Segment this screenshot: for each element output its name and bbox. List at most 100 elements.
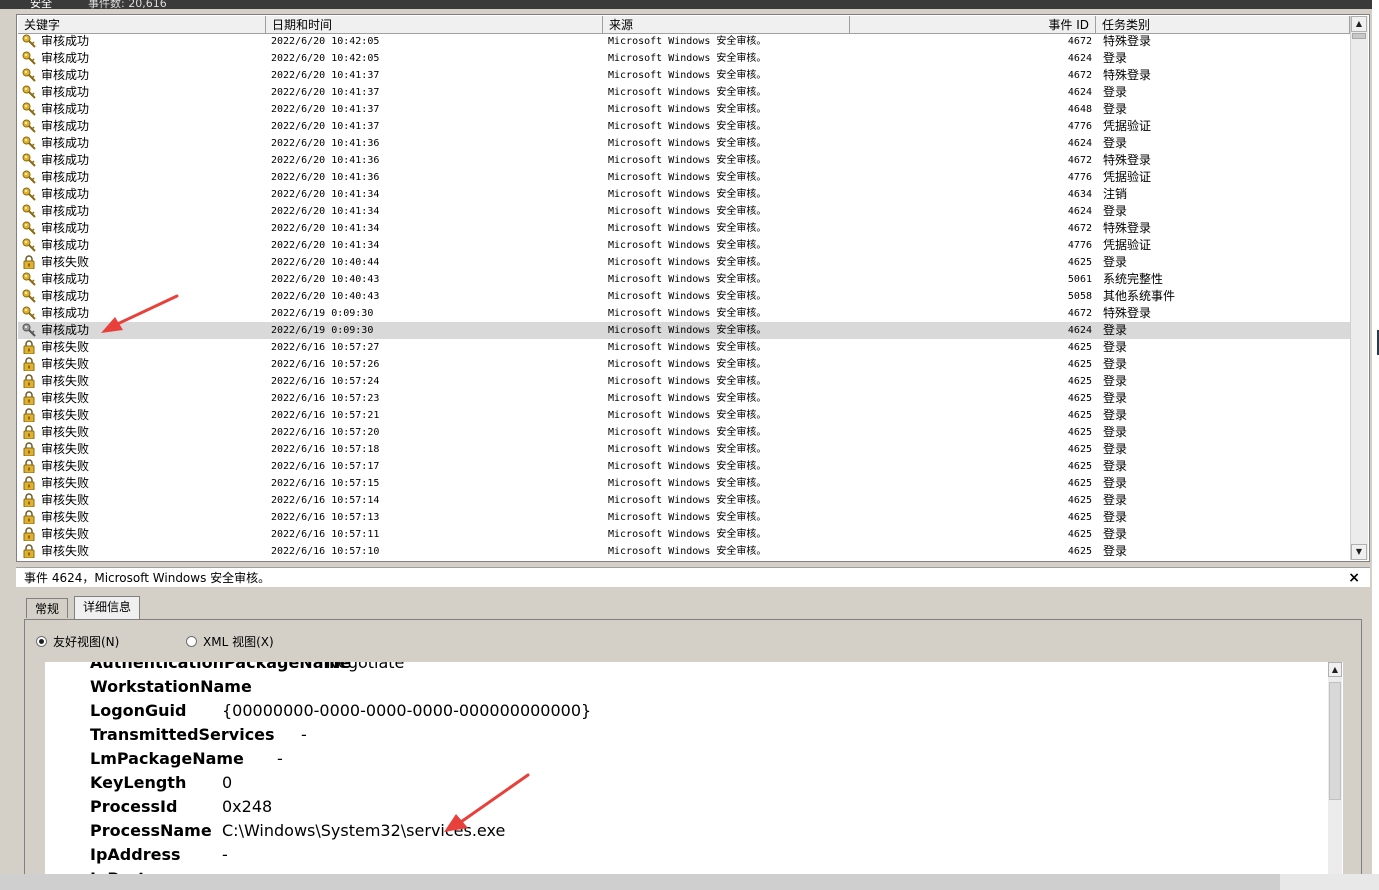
table-row[interactable]: 审核失败 2022/6/16 10:57:15 Microsoft Windows …: [18, 475, 1350, 492]
table-row[interactable]: 审核失败 2022/6/16 10:57:24 Microsoft Windows …: [18, 373, 1350, 390]
property-name: TransmittedServices: [90, 725, 275, 744]
table-row[interactable]: 审核成功 2022/6/19 0:09:30 Microsoft Windows 安…: [18, 322, 1350, 339]
table-row[interactable]: 审核成功 2022/6/20 10:41:37 Microsoft Windows …: [18, 101, 1350, 118]
table-row[interactable]: 审核成功 2022/6/20 10:41:36 Microsoft Windows …: [18, 169, 1350, 186]
column-header-source[interactable]: 来源: [603, 16, 850, 33]
table-row[interactable]: 审核失败 2022/6/16 10:57:17 Microsoft Windows …: [18, 458, 1350, 475]
details-title: 事件 4624，Microsoft Windows 安全审核。: [24, 571, 271, 585]
table-row[interactable]: 审核失败 2022/6/16 10:57:26 Microsoft Windows …: [18, 356, 1350, 373]
scroll-up-icon[interactable]: ▲: [1351, 16, 1367, 32]
event-id-cell: 4625: [1067, 529, 1092, 540]
key-icon: [22, 289, 36, 303]
event-id-cell: 4624: [1067, 325, 1092, 336]
event-id-cell: 4625: [1067, 359, 1092, 370]
datetime-cell: 2022/6/20 10:41:37: [271, 87, 380, 98]
table-row[interactable]: 审核失败 2022/6/16 10:57:13 Microsoft Windows …: [18, 509, 1350, 526]
datetime-cell: 2022/6/16 10:57:21: [271, 410, 380, 421]
event-id-cell: 4625: [1067, 410, 1092, 421]
datetime-cell: 2022/6/20 10:40:44: [271, 257, 380, 268]
table-row[interactable]: 审核成功 2022/6/19 0:09:30 Microsoft Windows 安…: [18, 305, 1350, 322]
keyword-cell: 审核失败: [41, 527, 90, 541]
task-category-cell: 系统完整性: [1103, 272, 1164, 286]
table-row[interactable]: 审核成功 2022/6/20 10:41:34 Microsoft Windows …: [18, 186, 1350, 203]
keyword-cell: 审核成功: [41, 289, 90, 303]
datetime-cell: 2022/6/16 10:57:11: [271, 529, 380, 540]
table-row[interactable]: 审核失败 2022/6/16 10:57:11 Microsoft Windows …: [18, 526, 1350, 543]
source-cell: Microsoft Windows 安全审核。: [608, 359, 767, 370]
keyword-cell: 审核成功: [41, 272, 90, 286]
table-row[interactable]: 审核成功 2022/6/20 10:42:05 Microsoft Windows …: [18, 50, 1350, 67]
scroll-up-icon[interactable]: ▲: [1328, 662, 1342, 677]
tab-general[interactable]: 常规: [26, 598, 69, 618]
task-category-cell: 特殊登录: [1103, 68, 1152, 82]
datetime-cell: 2022/6/16 10:57:20: [271, 427, 380, 438]
task-category-cell: 登录: [1103, 510, 1128, 524]
table-row[interactable]: 审核失败 2022/6/16 10:57:14 Microsoft Windows …: [18, 492, 1350, 509]
task-category-cell: 登录: [1103, 51, 1128, 65]
key-icon: [22, 119, 36, 133]
task-category-cell: 特殊登录: [1103, 221, 1152, 235]
keyword-cell: 审核失败: [41, 442, 90, 456]
table-row[interactable]: 审核成功 2022/6/20 10:42:05 Microsoft Windows …: [18, 33, 1350, 50]
task-category-cell: 登录: [1103, 476, 1128, 490]
keyword-cell: 审核成功: [41, 170, 90, 184]
task-category-cell: 登录: [1103, 493, 1128, 507]
list-scrollbar[interactable]: ▲ ▼: [1350, 16, 1368, 560]
table-row[interactable]: 审核失败 2022/6/16 10:57:21 Microsoft Windows …: [18, 407, 1350, 424]
table-row[interactable]: 审核成功 2022/6/20 10:41:37 Microsoft Windows …: [18, 84, 1350, 101]
key-icon: [22, 68, 36, 82]
event-id-cell: 4776: [1067, 121, 1092, 132]
datetime-cell: 2022/6/16 10:57:15: [271, 478, 380, 489]
table-row[interactable]: 审核成功 2022/6/20 10:41:37 Microsoft Windows …: [18, 118, 1350, 135]
table-row[interactable]: 审核成功 2022/6/20 10:41:34 Microsoft Windows …: [18, 220, 1350, 237]
lock-icon: [22, 442, 36, 457]
keyword-cell: 审核成功: [41, 221, 90, 235]
lock-icon: [22, 493, 36, 508]
column-header-task-category[interactable]: 任务类别: [1096, 16, 1350, 33]
scroll-thumb[interactable]: [1329, 682, 1341, 800]
tab-details[interactable]: 详细信息: [74, 596, 141, 619]
pane-title: 安全: [30, 0, 52, 9]
table-row[interactable]: 审核失败 2022/6/16 10:57:27 Microsoft Windows …: [18, 339, 1350, 356]
table-row[interactable]: 审核失败 2022/6/16 10:57:10 Microsoft Windows …: [18, 543, 1350, 560]
pane-title-bar: 安全 事件数: 20,616: [0, 0, 1372, 9]
event-id-cell: 4624: [1067, 53, 1092, 64]
event-id-cell: 4672: [1067, 70, 1092, 81]
property-name: LmPackageName: [90, 749, 244, 768]
column-header-keyword[interactable]: 关键字: [18, 16, 266, 33]
column-header-event-id[interactable]: 事件 ID: [850, 16, 1096, 33]
source-cell: Microsoft Windows 安全审核。: [608, 308, 767, 319]
datetime-cell: 2022/6/20 10:41:34: [271, 223, 380, 234]
source-cell: Microsoft Windows 安全审核。: [608, 121, 767, 132]
table-row[interactable]: 审核成功 2022/6/20 10:40:43 Microsoft Windows …: [18, 288, 1350, 305]
key-icon: [22, 204, 36, 218]
details-scrollbar[interactable]: ▲: [1328, 662, 1342, 890]
table-row[interactable]: 审核失败 2022/6/20 10:40:44 Microsoft Windows …: [18, 254, 1350, 271]
scroll-down-icon[interactable]: ▼: [1351, 544, 1367, 560]
table-row[interactable]: 审核失败 2022/6/16 10:57:18 Microsoft Windows …: [18, 441, 1350, 458]
key-icon: [22, 323, 36, 337]
table-row[interactable]: 审核失败 2022/6/16 10:57:23 Microsoft Windows …: [18, 390, 1350, 407]
table-row[interactable]: 审核成功 2022/6/20 10:41:36 Microsoft Windows …: [18, 135, 1350, 152]
event-id-cell: 4625: [1067, 257, 1092, 268]
table-row[interactable]: 审核成功 2022/6/20 10:41:36 Microsoft Windows …: [18, 152, 1350, 169]
table-row[interactable]: 审核失败 2022/6/16 10:57:20 Microsoft Windows …: [18, 424, 1350, 441]
table-row[interactable]: 审核成功 2022/6/20 10:41:34 Microsoft Windows …: [18, 203, 1350, 220]
source-cell: Microsoft Windows 安全审核。: [608, 529, 767, 540]
keyword-cell: 审核成功: [41, 119, 90, 133]
key-icon: [22, 136, 36, 150]
column-header-datetime[interactable]: 日期和时间: [266, 16, 603, 33]
table-row[interactable]: 审核成功 2022/6/20 10:41:34 Microsoft Windows …: [18, 237, 1350, 254]
event-properties[interactable]: AuthenticationPackageName Negotiate Workst…: [45, 662, 1343, 890]
task-category-cell: 登录: [1103, 391, 1128, 405]
source-cell: Microsoft Windows 安全审核。: [608, 206, 767, 217]
scroll-thumb[interactable]: [1352, 33, 1366, 39]
lock-icon: [22, 374, 36, 389]
table-row[interactable]: 审核成功 2022/6/20 10:41:37 Microsoft Windows …: [18, 67, 1350, 84]
xml-view-radio[interactable]: XML 视图(X): [186, 633, 274, 650]
task-category-cell: 登录: [1103, 85, 1128, 99]
close-icon[interactable]: ×: [1348, 568, 1360, 588]
event-list[interactable]: 关键字 日期和时间 来源 事件 ID 任务类别 审核成功 2022/6/20 10…: [16, 14, 1370, 562]
friendly-view-radio[interactable]: 友好视图(N): [36, 633, 119, 650]
table-row[interactable]: 审核成功 2022/6/20 10:40:43 Microsoft Windows …: [18, 271, 1350, 288]
